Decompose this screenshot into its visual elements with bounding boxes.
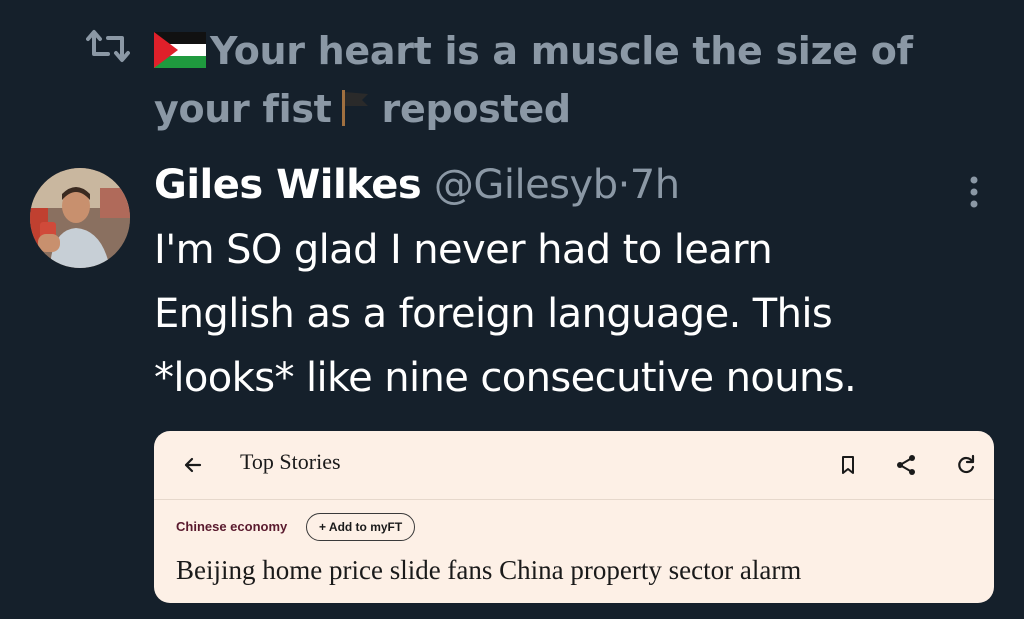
author-handle[interactable]: @Gilesyb	[434, 162, 618, 208]
repost-user-name-line1[interactable]: Your heart is a muscle the size of	[210, 29, 913, 73]
avatar[interactable]	[30, 168, 130, 268]
repost-label[interactable]: Your heart is a muscle the size of your …	[154, 22, 954, 138]
avatar-photo	[30, 168, 130, 268]
author-name[interactable]: Giles Wilkes	[154, 162, 422, 208]
bookmark-icon	[842, 456, 854, 474]
repost-user-name-line2[interactable]: your fist	[154, 87, 332, 131]
share-icon	[897, 455, 915, 475]
tweet-text-line: *looks* like nine consecutive nouns.	[154, 355, 857, 401]
tweet-text-line: I'm SO glad I never had to learn	[154, 227, 773, 273]
repost-context: Your heart is a muscle the size of your …	[86, 22, 986, 138]
reposted-label: reposted	[381, 87, 571, 131]
tweet-timestamp[interactable]: 7h	[630, 162, 680, 208]
more-options-icon[interactable]	[962, 172, 986, 212]
embedded-image[interactable]: Top Stories Chinese economy + Add to myF…	[154, 431, 994, 603]
tweet-header: Giles Wilkes @Gilesyb·7h	[154, 156, 680, 214]
repost-icon	[86, 30, 130, 62]
topic-label: Chinese economy	[176, 519, 288, 534]
back-arrow-icon	[184, 457, 202, 473]
card-title: Top Stories	[240, 449, 341, 474]
refresh-icon	[958, 454, 975, 474]
add-to-myft-button: + Add to myFT	[306, 513, 416, 541]
palestine-flag-icon	[154, 32, 206, 68]
tweet-text: I'm SO glad I never had to learn English…	[154, 218, 1014, 410]
article-headline: Beijing home price slide fans China prop…	[176, 555, 802, 585]
header-separator: ·	[617, 162, 631, 208]
card-toolbar: Top Stories	[154, 431, 994, 500]
tweet-text-line: English as a foreign language. This	[154, 291, 833, 337]
black-flag-icon	[341, 90, 368, 126]
